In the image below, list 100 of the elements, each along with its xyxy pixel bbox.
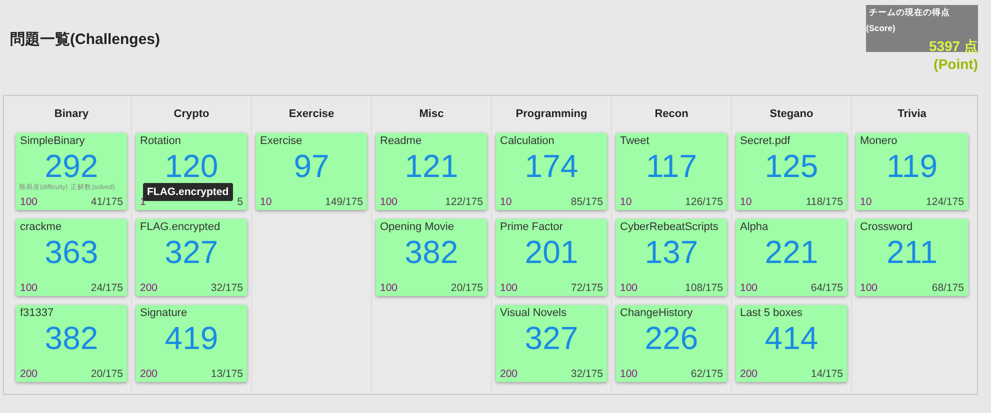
category-header: Misc <box>419 107 444 122</box>
challenge-card[interactable]: Opening Movie 382 100 20/175 <box>376 219 487 296</box>
challenge-title: Calculation <box>500 135 554 147</box>
score-value: 5397 点 <box>928 38 978 56</box>
difficulty-value: 10 <box>860 196 872 208</box>
challenge-card[interactable]: Visual Novels 327 200 32/175 <box>496 305 607 382</box>
solved-count: 85/175 <box>570 196 603 208</box>
challenge-card[interactable]: Exercise 97 10 149/175 <box>256 133 367 210</box>
difficulty-value: 100 <box>860 282 878 294</box>
category-header: Crypto <box>174 107 210 122</box>
challenge-points: 382 <box>404 235 458 269</box>
solved-count: 5 <box>237 196 243 208</box>
difficulty-value: 100 <box>620 282 638 294</box>
challenge-title: Prime Factor <box>500 221 563 233</box>
solved-count: 14/175 <box>810 368 843 380</box>
challenge-title: f31337 <box>20 307 54 319</box>
difficulty-value: 100 <box>740 282 758 294</box>
difficulty-value: 200 <box>140 282 158 294</box>
difficulty-value: 200 <box>500 368 518 380</box>
challenge-card[interactable]: Crossword 211 100 68/175 <box>856 219 968 296</box>
challenge-card[interactable]: FLAG.encrypted 327 200 32/175 <box>136 219 247 296</box>
solved-count: 149/175 <box>325 196 363 208</box>
solved-count: 122/175 <box>445 196 483 208</box>
challenge-points: 120 <box>164 149 218 183</box>
challenge-points: 137 <box>644 235 698 269</box>
difficulty-value: 10 <box>620 196 632 208</box>
challenge-card[interactable]: Last 5 boxes 414 200 14/175 <box>736 305 847 382</box>
challenge-title: Signature <box>140 307 188 319</box>
difficulty-value: 100 <box>500 282 518 294</box>
challenge-title: ChangeHistory <box>620 307 693 319</box>
challenge-card[interactable]: ChangeHistory 226 100 62/175 <box>616 305 727 382</box>
difficulty-value: 10 <box>500 196 512 208</box>
challenge-card[interactable]: f31337 382 200 20/175 <box>16 305 127 382</box>
challenge-card[interactable]: Tweet 117 10 126/175 <box>616 133 727 210</box>
category-header: Exercise <box>288 107 334 122</box>
challenge-card[interactable]: Alpha 221 100 64/175 <box>736 219 847 296</box>
challenge-card[interactable]: Secret.pdf 125 10 118/175 <box>736 133 847 210</box>
challenge-points: 117 <box>646 149 697 183</box>
challenge-title: Visual Novels <box>500 307 566 319</box>
challenge-title: Readme <box>380 135 422 147</box>
solved-count: 64/175 <box>810 282 843 294</box>
challenge-card[interactable]: Signature 419 200 13/175 <box>136 305 247 382</box>
challenge-card[interactable]: Monero 119 10 124/175 <box>856 133 968 210</box>
challenge-title: Alpha <box>740 221 768 233</box>
solved-count: 24/175 <box>90 282 123 294</box>
difficulty-value: 10 <box>260 196 272 208</box>
challenge-points: 327 <box>524 321 578 355</box>
solved-count: 13/175 <box>210 368 243 380</box>
solved-count: 62/175 <box>690 368 723 380</box>
difficulty-value: 200 <box>20 368 38 380</box>
solved-count: 126/175 <box>685 196 723 208</box>
challenge-title: Crossword <box>860 221 913 233</box>
solved-count: 20/175 <box>90 368 123 380</box>
challenge-card[interactable]: Readme 121 100 122/175 <box>376 133 487 210</box>
challenge-title: Monero <box>860 135 898 147</box>
solved-count: 118/175 <box>806 196 843 208</box>
difficulty-value: 100 <box>20 282 38 294</box>
solved-count: 72/175 <box>570 282 603 294</box>
difficulty-value: 1 <box>140 196 146 208</box>
challenge-title: Secret.pdf <box>740 135 790 147</box>
difficulty-value: 10 <box>740 196 752 208</box>
difficulty-value: 200 <box>140 368 158 380</box>
challenge-card[interactable]: Rotation 120 1 5 FLAG.encrypted <box>136 133 247 210</box>
challenge-points: 97 <box>294 149 330 183</box>
challenge-card[interactable]: crackme 363 100 24/175 <box>16 219 127 296</box>
solved-count: 32/175 <box>570 368 603 380</box>
tooltip: FLAG.encrypted <box>143 183 233 201</box>
solved-count: 68/175 <box>932 282 964 294</box>
challenge-points: 226 <box>644 321 698 355</box>
challenge-points: 363 <box>44 235 98 269</box>
challenge-card[interactable]: Prime Factor 201 100 72/175 <box>496 219 607 296</box>
score-unit: (Point) <box>934 56 978 72</box>
challenge-points: 119 <box>886 149 938 183</box>
solved-count: 124/175 <box>926 196 964 208</box>
difficulty-value: 100 <box>20 196 38 208</box>
challenge-title: CyberRebeatScripts <box>620 221 718 233</box>
challenge-points: 382 <box>44 321 98 355</box>
challenge-title: crackme <box>20 221 62 233</box>
category-header: Binary <box>54 107 89 122</box>
challenge-card[interactable]: Calculation 174 10 85/175 <box>496 133 607 210</box>
solved-count: 32/175 <box>210 282 243 294</box>
challenge-points: 201 <box>524 235 578 269</box>
challenge-card[interactable]: CyberRebeatScripts 137 100 108/175 <box>616 219 727 296</box>
challenge-title: Last 5 boxes <box>740 307 802 319</box>
category-header: Trivia <box>898 107 926 122</box>
challenge-title: SimpleBinary <box>20 135 85 147</box>
category-header: Stegano <box>770 107 814 122</box>
difficulty-value: 100 <box>620 368 638 380</box>
challenge-points: 221 <box>764 235 818 269</box>
challenge-points: 125 <box>764 149 818 183</box>
score-label-english: (Score) <box>866 23 896 33</box>
challenge-points: 211 <box>886 235 938 269</box>
solved-count: 20/175 <box>450 282 483 294</box>
challenge-title: Opening Movie <box>380 221 454 233</box>
challenge-title: Tweet <box>620 135 650 147</box>
challenge-points: 419 <box>164 321 218 355</box>
challenge-title: Exercise <box>260 135 302 147</box>
challenge-title: FLAG.encrypted <box>140 221 220 233</box>
difficulty-value: 100 <box>380 196 398 208</box>
solved-count: 41/175 <box>90 196 123 208</box>
